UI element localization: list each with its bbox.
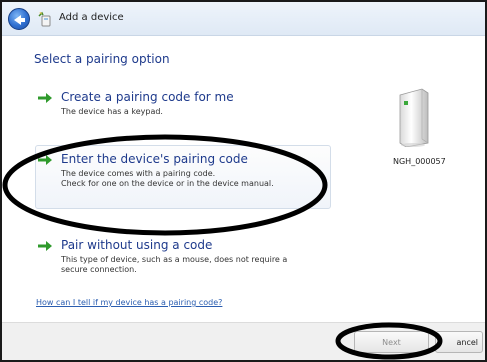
green-arrow-icon — [38, 241, 52, 251]
option-title: Enter the device's pairing code — [61, 152, 248, 166]
cancel-button[interactable]: ancel — [435, 331, 483, 353]
option-description: This type of device, such as a mouse, do… — [61, 255, 288, 274]
footer-bar: Next ancel — [2, 322, 485, 360]
option-title: Create a pairing code for me — [61, 90, 234, 104]
device-icon — [399, 88, 429, 147]
device-name: NGH_000057 — [393, 157, 446, 166]
next-button[interactable]: Next — [354, 331, 429, 353]
title-bar: Add a device — [2, 2, 485, 36]
option-description: The device has a keypad. — [61, 107, 163, 116]
back-arrow-icon[interactable] — [8, 8, 30, 30]
option-title: Pair without using a code — [61, 238, 213, 252]
window-title: Add a device — [59, 12, 124, 23]
option-no-code[interactable]: Pair without using a code This type of d… — [38, 238, 328, 288]
add-device-window: Add a device Select a pairing option Cre… — [0, 0, 487, 362]
green-arrow-icon — [38, 93, 52, 103]
option-description: The device comes with a pairing code. Ch… — [61, 169, 274, 188]
help-link[interactable]: How can I tell if my device has a pairin… — [36, 298, 222, 307]
green-arrow-icon — [38, 155, 52, 165]
option-enter-code[interactable]: Enter the device's pairing code The devi… — [38, 152, 328, 212]
option-create-code[interactable]: Create a pairing code for me The device … — [38, 90, 328, 130]
page-heading: Select a pairing option — [34, 52, 170, 66]
add-device-icon — [38, 11, 51, 27]
